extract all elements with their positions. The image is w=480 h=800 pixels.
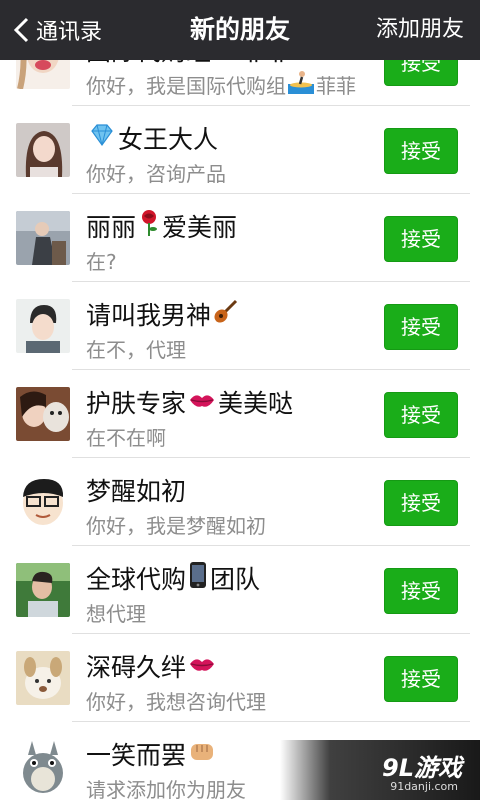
request-message: 你好，我想咨询代理 (86, 686, 266, 715)
request-message: 在不，代理 (86, 334, 186, 363)
avatar-girl-lips[interactable] (16, 60, 70, 89)
friend-request-row[interactable]: 请叫我男神在不，代理 接受 (0, 282, 480, 370)
request-message: 在? (86, 246, 117, 275)
contact-name-suffix: 团队 (210, 565, 261, 594)
avatar-cartoon-glasses[interactable] (16, 475, 70, 529)
contact-name: 深碍久绊 (86, 648, 218, 684)
friend-request-row[interactable]: 深碍久绊你好，我想咨询代理 接受 (0, 634, 480, 722)
accept-button[interactable]: 接受 (384, 128, 458, 174)
contact-name-text: 女王大人 (118, 125, 219, 154)
contact-name-text: 护肤专家 (86, 389, 187, 418)
contact-name-text: 梦醒如初 (86, 477, 187, 506)
request-message-text: 你好，我是梦醒如初 (86, 514, 266, 538)
request-message: 你好，我是国际代购组 菲菲 (86, 70, 356, 99)
avatar-cartoon-animal[interactable] (16, 651, 70, 705)
fist-emoji-icon (188, 738, 216, 770)
kiss-emoji-icon (188, 652, 216, 681)
friend-request-row[interactable]: 全球代购 团队想代理 接受 (0, 546, 480, 634)
avatar-girl-selfie[interactable] (16, 123, 70, 177)
request-message-text: 在不在啊 (86, 426, 166, 450)
surfer-emoji-icon (288, 70, 314, 99)
request-message-text: 想代理 (86, 602, 146, 626)
contact-name-text: 深碍久绊 (86, 653, 187, 682)
friend-request-row[interactable]: 女王大人你好，咨询产品 接受 (0, 106, 480, 194)
contact-name: 女王大人 (86, 120, 218, 156)
contact-name: 一笑而罢 (86, 736, 218, 772)
request-message: 想代理 (86, 598, 146, 627)
back-button[interactable]: 通讯录 (12, 0, 102, 60)
avatar-man-outdoor[interactable] (16, 563, 70, 617)
contact-name-suffix: 菲菲 (241, 60, 291, 68)
request-message: 你好，我是梦醒如初 (86, 510, 266, 539)
watermark-logo: 9L游戏 (382, 754, 462, 782)
accept-button[interactable]: 接受 (384, 392, 458, 438)
contact-name-suffix: 爱美丽 (162, 213, 238, 242)
kiss-emoji-icon (188, 388, 216, 417)
contact-name: 国际代购组 菲菲 (86, 60, 291, 68)
avatar-girl-dog[interactable] (16, 387, 70, 441)
accept-button[interactable]: 接受 (384, 304, 458, 350)
friend-request-row[interactable]: 护肤专家 美美哒在不在啊 接受 (0, 370, 480, 458)
request-message: 在不在啊 (86, 422, 166, 451)
friend-request-row[interactable]: 国际代购组菲菲你好，我是国际代购组菲菲接受 (0, 60, 480, 106)
diamond-emoji-icon (88, 123, 116, 153)
accept-button[interactable]: 接受 (384, 60, 458, 86)
contact-name: 请叫我男神 (86, 296, 241, 332)
request-message: 请求添加你为朋友 (86, 774, 246, 800)
contact-name-suffix: 美美哒 (218, 389, 294, 418)
accept-button[interactable]: 接受 (384, 480, 458, 526)
phone-emoji-icon (188, 561, 208, 595)
contact-name-text: 一笑而罢 (86, 741, 187, 770)
request-message-text: 在不，代理 (86, 338, 186, 362)
contact-name-text: 国际代购组 (86, 60, 211, 68)
accept-button[interactable]: 接受 (384, 568, 458, 614)
contact-name: 丽丽 爱美丽 (86, 208, 237, 244)
nav-bar: 通讯录 新的朋友 添加朋友 (0, 0, 480, 60)
guitar-emoji-icon (213, 298, 239, 330)
back-label: 通讯录 (36, 20, 103, 45)
contact-name: 全球代购 团队 (86, 560, 260, 596)
request-message-text: 你好，咨询产品 (86, 162, 226, 186)
accept-button[interactable]: 接受 (384, 216, 458, 262)
friend-request-row[interactable]: 梦醒如初你好，我是梦醒如初 接受 (0, 458, 480, 546)
request-message: 你好，咨询产品 (86, 158, 226, 187)
rose-emoji-icon (138, 209, 160, 243)
surfer-emoji-icon (213, 60, 239, 65)
watermark: 9L游戏 91danji.com (280, 740, 480, 800)
watermark-url: 91danji.com (390, 780, 458, 793)
contact-name: 梦醒如初 (86, 472, 186, 508)
contact-name-text: 请叫我男神 (86, 301, 212, 330)
request-message-text: 你好，我想咨询代理 (86, 690, 266, 714)
request-message-text: 你好，我是国际代购组 (86, 74, 286, 98)
contact-name-text: 全球代购 (86, 565, 187, 594)
request-message-text: 在? (86, 250, 117, 274)
avatar-totoro[interactable] (16, 739, 70, 793)
contact-name-text: 丽丽 (86, 213, 137, 242)
accept-button[interactable]: 接受 (384, 656, 458, 702)
friend-request-row[interactable]: 丽丽 爱美丽在? 接受 (0, 194, 480, 282)
friend-request-list[interactable]: 国际代购组菲菲你好，我是国际代购组菲菲接受女王大人你好，咨询产品接受丽丽爱美丽在… (0, 60, 480, 800)
avatar-boy[interactable] (16, 299, 70, 353)
add-friend-button[interactable]: 添加朋友 (376, 0, 464, 60)
request-message-text: 请求添加你为朋友 (86, 778, 246, 800)
avatar-girl-sitting[interactable] (16, 211, 70, 265)
contact-name: 护肤专家 美美哒 (86, 384, 293, 420)
chevron-left-icon (12, 16, 30, 44)
request-message-suffix: 菲菲 (316, 74, 356, 98)
